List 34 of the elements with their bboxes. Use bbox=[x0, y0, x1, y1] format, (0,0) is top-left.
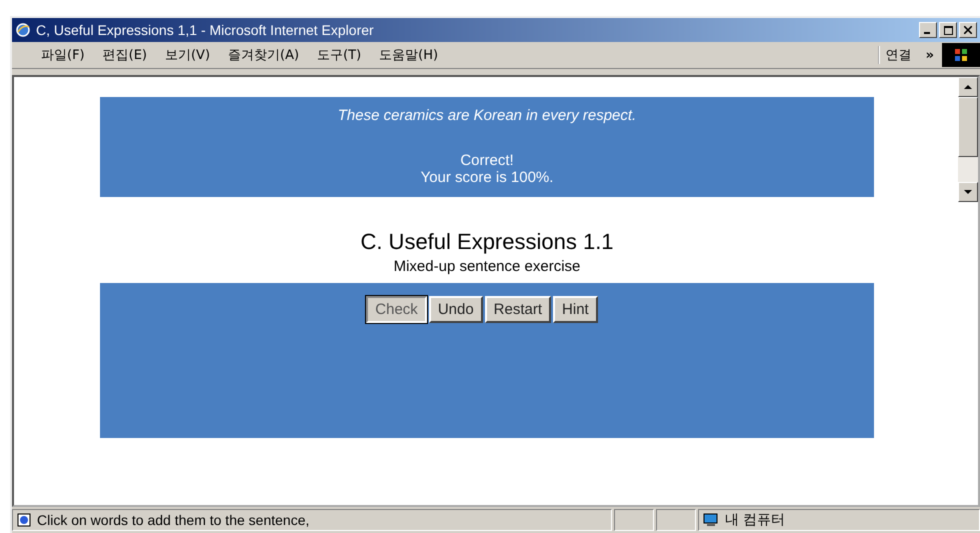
exercise-button[interactable]: Restart bbox=[484, 296, 552, 323]
windows-flag-icon bbox=[953, 47, 969, 63]
page-icon bbox=[17, 513, 31, 527]
exercise-button[interactable]: Undo bbox=[428, 296, 483, 323]
status-pane bbox=[614, 509, 654, 531]
links-label[interactable]: 연결 bbox=[878, 46, 918, 64]
menu-item[interactable]: 편집(E) bbox=[94, 46, 156, 64]
exercise-title: C. Useful Expressions 1.1 bbox=[359, 229, 615, 255]
computer-icon bbox=[703, 513, 719, 527]
menu-item[interactable]: 도구(T) bbox=[308, 46, 370, 64]
menu-item[interactable]: 도움말(H) bbox=[370, 46, 448, 64]
window-title: C, Useful Expressions 1,1 - Microsoft Internet Explorer bbox=[36, 22, 374, 38]
up-arrow-icon bbox=[964, 85, 972, 89]
maximize-icon bbox=[944, 26, 952, 34]
close-icon bbox=[964, 26, 972, 34]
zone-label: 내 컴퓨터 bbox=[725, 511, 785, 529]
feedback-sentence: These ceramics are Korean in every respect. bbox=[338, 107, 636, 124]
menu-item[interactable]: 보기(V) bbox=[156, 46, 220, 64]
score-text: Your score is 100%. bbox=[420, 169, 554, 186]
maximize-button[interactable] bbox=[939, 22, 957, 38]
minimize-button[interactable] bbox=[919, 22, 937, 38]
scrollbar[interactable] bbox=[958, 77, 978, 202]
down-arrow-icon bbox=[964, 190, 972, 194]
status-pane bbox=[656, 509, 696, 531]
chevron[interactable]: » bbox=[918, 48, 942, 62]
exercise-subtitle: Mixed-up sentence exercise bbox=[392, 258, 582, 275]
exercise-button[interactable]: Check bbox=[366, 296, 427, 323]
result-text: Correct! bbox=[460, 152, 514, 169]
browser-icon bbox=[15, 22, 31, 38]
status-message: Click on words to add them to the sentence, bbox=[37, 512, 310, 528]
menu-item[interactable]: 파일(F) bbox=[32, 46, 94, 64]
close-button[interactable] bbox=[959, 22, 977, 38]
exercise-button[interactable]: Hint bbox=[553, 296, 598, 323]
menu-item[interactable]: 즐겨찾기(A) bbox=[219, 46, 308, 64]
